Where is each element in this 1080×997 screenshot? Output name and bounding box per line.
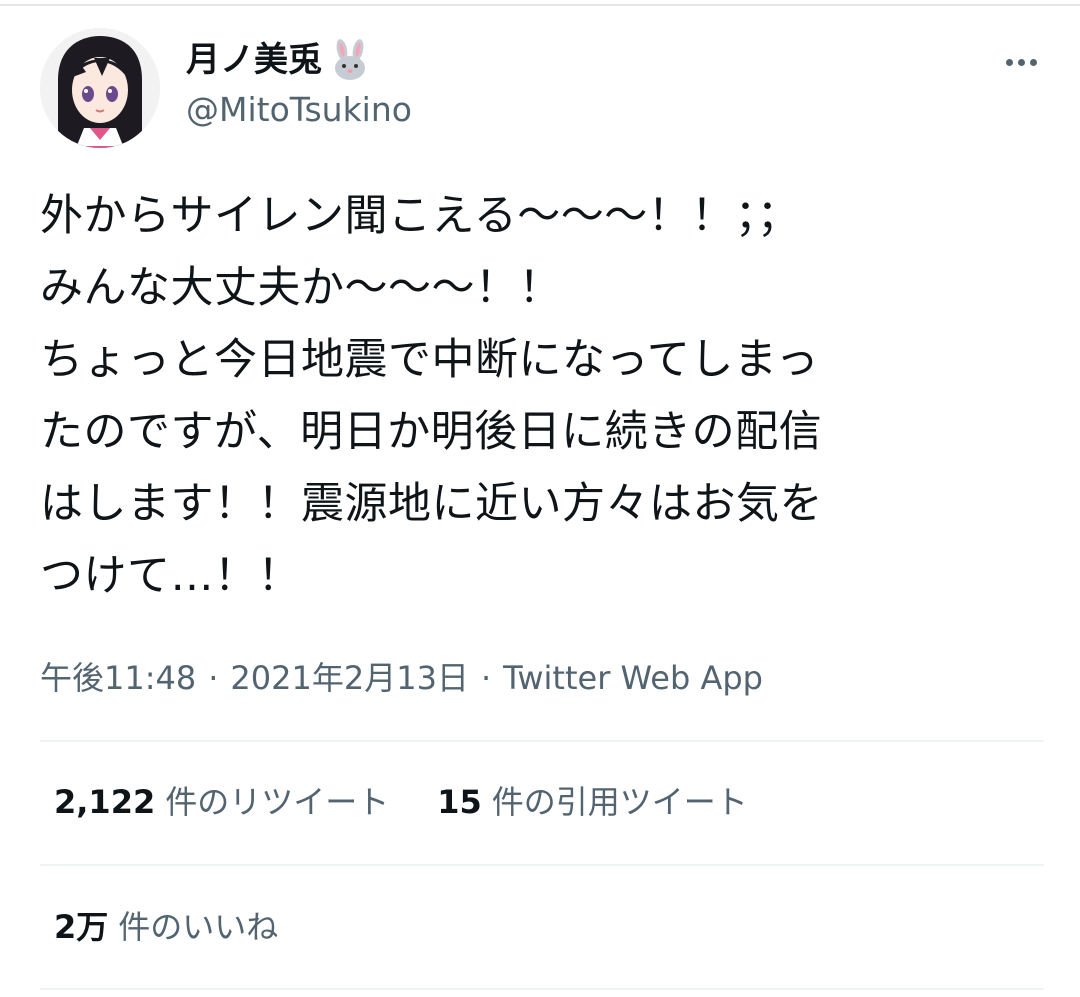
engagement-stats: 2,122 件のリツイート 15 件の引用ツイート xyxy=(54,778,748,826)
avatar-image xyxy=(40,28,160,148)
divider xyxy=(40,740,1044,742)
top-divider xyxy=(0,4,1080,6)
tweet-text-line: つけて…！！ xyxy=(40,551,301,601)
display-name[interactable]: 月ノ美兎 xyxy=(186,36,322,84)
like-label: 件のいいね xyxy=(118,908,279,946)
tweet-text-line: ちょっと今日地震で中断になってしまっ xyxy=(40,335,820,385)
meta-separator: · xyxy=(480,659,492,697)
user-handle[interactable]: @MitoTsukino xyxy=(186,88,412,132)
tweet-source[interactable]: Twitter Web App xyxy=(503,659,763,697)
retweets-stat[interactable]: 2,122 件のリツイート xyxy=(54,778,389,826)
more-dot-icon xyxy=(1005,58,1013,66)
more-dot-icon xyxy=(1017,58,1025,66)
retweet-label: 件のリツイート xyxy=(165,783,390,821)
divider xyxy=(40,988,1044,990)
tweet-text-line: たのですが、明日か明後日に続きの配信 xyxy=(40,407,823,457)
tweet-text-line: はします！！震源地に近い方々はお気を xyxy=(40,479,823,529)
likes-stat[interactable]: 2万 件のいいね xyxy=(54,903,278,951)
divider xyxy=(40,864,1044,866)
like-count: 2万 xyxy=(54,908,109,946)
avatar[interactable] xyxy=(40,28,160,148)
tweet-time[interactable]: 午後11:48 xyxy=(40,659,196,697)
tweet-metadata: 午後11:48 · 2021年2月13日 · Twitter Web App xyxy=(40,654,763,702)
quote-label: 件の引用ツイート xyxy=(491,783,748,821)
meta-separator: · xyxy=(208,659,219,697)
more-options-button[interactable] xyxy=(996,42,1046,82)
more-dot-icon xyxy=(1029,58,1037,66)
retweet-count: 2,122 xyxy=(54,783,156,821)
tweet-date[interactable]: 2021年2月13日 xyxy=(230,659,469,697)
tweet-text: 外からサイレン聞こえる〜〜〜！！；； みんな大丈夫か〜〜〜！！ ちょっと今日地震… xyxy=(40,180,1050,612)
quote-tweets-stat[interactable]: 15 件の引用ツイート xyxy=(437,778,748,826)
tweet-text-line: 外からサイレン聞こえる〜〜〜！！；； xyxy=(40,191,801,241)
author-name-row[interactable]: 月ノ美兎 xyxy=(186,36,372,84)
quote-count: 15 xyxy=(437,783,482,821)
rabbit-face-icon xyxy=(328,38,372,82)
tweet-text-line: みんな大丈夫か〜〜〜！！ xyxy=(40,263,562,313)
